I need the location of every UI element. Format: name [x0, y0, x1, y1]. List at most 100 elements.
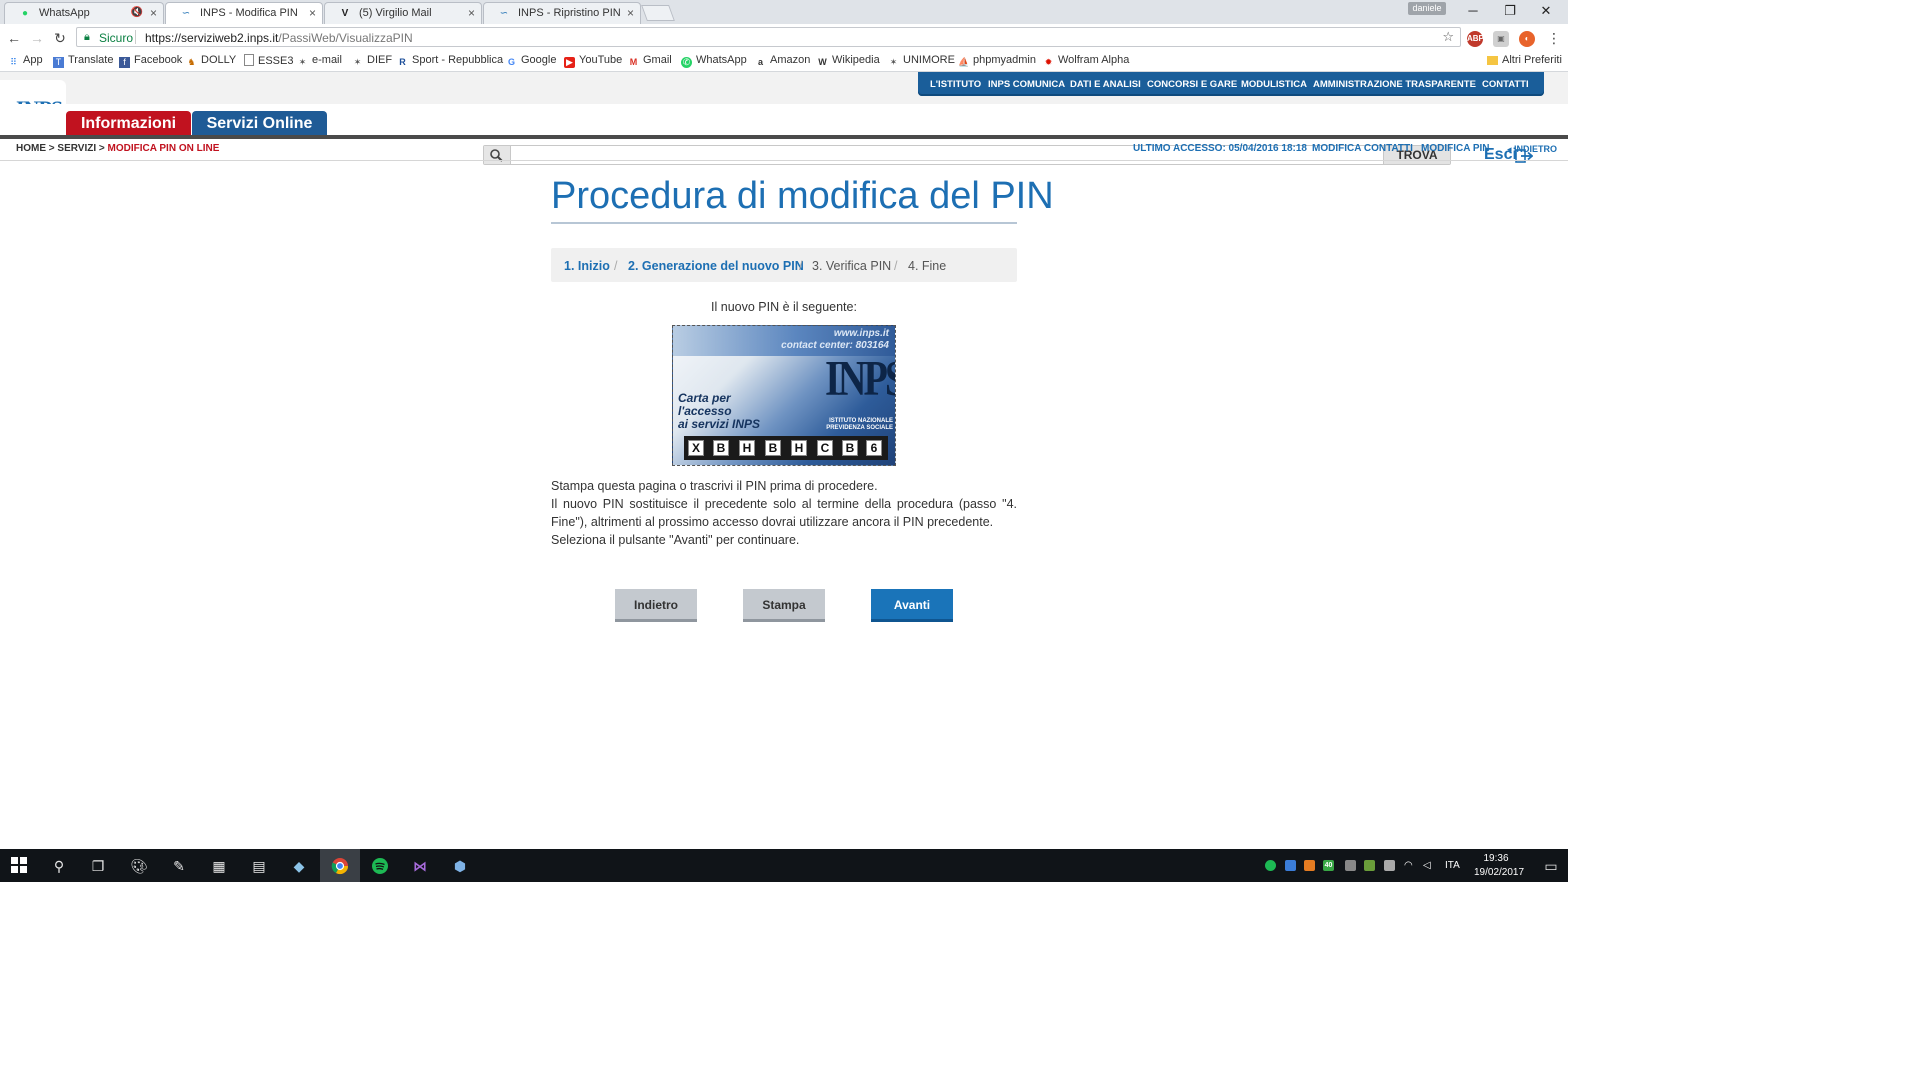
adblock-plus-icon[interactable]: ABP [1467, 31, 1484, 47]
profile-badge[interactable]: daniele [1408, 2, 1446, 15]
duckduckgo-extension-icon[interactable]: ◐ [1519, 31, 1535, 47]
mute-icon[interactable]: 🔇 [131, 7, 143, 18]
bookmark-label: YouTube [579, 54, 623, 66]
browser-tab-inps-modifica-pin[interactable]: ∽ INPS - Modifica PIN × [165, 2, 323, 24]
bookmark-wolfram[interactable]: ✹ Wolfram Alpha [1043, 54, 1130, 68]
bookmark-star-icon[interactable]: ☆ [1442, 29, 1454, 45]
tray-app-icon[interactable] [1345, 860, 1356, 871]
close-icon[interactable]: × [150, 6, 157, 20]
modify-pin-link[interactable]: MODIFICA PIN [1421, 143, 1490, 154]
paint-brush-icon[interactable]: ✎ [170, 857, 188, 875]
back-arrow-icon[interactable]: ← [5, 30, 23, 46]
volume-icon[interactable]: ◁ [1423, 860, 1434, 871]
bookmark-translate[interactable]: T Translate [53, 54, 113, 68]
stampa-button[interactable]: Stampa [743, 589, 825, 622]
nav-istituto[interactable]: L'ISTITUTO [930, 79, 981, 90]
close-icon[interactable]: × [468, 6, 475, 20]
bookmark-facebook[interactable]: f Facebook [119, 54, 182, 68]
nav-contatti[interactable]: CONTATTI [1482, 79, 1529, 90]
back-link[interactable]: ◂ INDIETRO [1507, 144, 1557, 155]
card-caption: Carta per l'accesso ai servizi INPS [678, 392, 760, 431]
chrome-icon[interactable] [331, 857, 349, 875]
amazon-icon: a [757, 57, 763, 67]
browser-tab-inps-ripristino[interactable]: ∽ INPS - Ripristino PIN × [483, 2, 641, 24]
breadcrumb-home[interactable]: HOME [16, 143, 46, 154]
url-text[interactable]: https://serviziweb2.inps.it/PassiWeb/Vis… [145, 31, 413, 45]
bookmark-google[interactable]: G Google [506, 54, 557, 68]
bookmark-other-folder[interactable]: Altri Preferiti [1487, 54, 1562, 66]
bookmark-label: Google [521, 54, 557, 66]
search-icon[interactable]: ⚲ [50, 857, 68, 875]
reload-icon[interactable]: ↻ [51, 30, 69, 47]
avanti-button[interactable]: Avanti [871, 589, 953, 622]
virtualbox-icon[interactable]: ⬢ [451, 857, 469, 875]
spotify-icon[interactable] [371, 857, 389, 875]
bookmark-label: ESSE3 [258, 55, 294, 67]
modify-contacts-link[interactable]: MODIFICA CONTATTI [1312, 143, 1413, 154]
nav-concorsi-gare[interactable]: CONCORSI E GARE [1147, 79, 1237, 90]
spotify-tray-icon[interactable] [1265, 860, 1276, 871]
tab-title: (5) Virgilio Mail [359, 7, 432, 19]
camera-extension-icon[interactable]: ▣ [1493, 31, 1509, 47]
close-icon[interactable]: × [309, 6, 316, 20]
new-tab-button[interactable] [641, 5, 675, 21]
nav-dati-analisi[interactable]: DATI E ANALISI [1070, 79, 1141, 90]
bookmark-app[interactable]: ⠿ App [8, 54, 43, 68]
system-clock[interactable]: 19:36 19/02/2017 [1474, 852, 1524, 880]
bookmark-amazon[interactable]: a Amazon [755, 54, 810, 68]
bookmark-dief[interactable]: ✶ DIEF [352, 54, 392, 68]
bookmark-esse3[interactable]: ESSE3 [244, 54, 293, 67]
bookmark-repubblica[interactable]: R Sport - Repubblica [397, 54, 503, 68]
tray-app-icon[interactable] [1304, 860, 1315, 871]
visual-studio-icon[interactable]: ⋈ [411, 857, 429, 875]
card-inps-logo: INPS [825, 349, 895, 406]
apps-grid-icon: ⠿ [10, 57, 17, 67]
calendar-icon[interactable]: ▤ [250, 857, 268, 875]
close-icon[interactable]: × [627, 6, 634, 20]
notifications-icon[interactable]: ▭ [1542, 857, 1560, 875]
nav-modulistica[interactable]: MODULISTICA [1241, 79, 1307, 90]
bookmark-gmail[interactable]: M Gmail [628, 54, 672, 68]
breadcrumb-servizi[interactable]: SERVIZI [57, 143, 96, 154]
pin-char: B [842, 440, 858, 456]
language-indicator[interactable]: ITA [1445, 860, 1460, 871]
card-caption-line: ai servizi INPS [678, 417, 761, 431]
pin-card: www.inps.it contact center: 803164 Carta… [672, 325, 896, 466]
bookmark-email[interactable]: ✶ e-mail [297, 54, 342, 68]
bookmark-youtube[interactable]: ▶ YouTube [564, 54, 622, 68]
bookmark-whatsapp[interactable]: ✆ WhatsApp [681, 54, 747, 68]
browser-menu-icon[interactable]: ⋮ [1545, 30, 1563, 47]
windows-start-icon[interactable] [10, 857, 28, 875]
restore-icon[interactable]: ❐ [1500, 3, 1520, 19]
close-window-icon[interactable]: ✕ [1536, 3, 1556, 19]
card-institute-line: ISTITUTO NAZIONALE [829, 418, 893, 424]
windows-taskbar: ⚲ ❐ 🎨︎ ✎ ▦ ▤ ◆ ⋈ ⬢ 40 ◠ ◁ ITA 19:36 19/0… [0, 849, 1568, 882]
calculator-icon[interactable]: ▦ [210, 857, 228, 875]
browser-tab-whatsapp[interactable]: ● WhatsApp 🔇 × [4, 2, 164, 24]
wifi-icon[interactable]: ◠ [1404, 860, 1415, 871]
bookmark-label: Wikipedia [832, 54, 880, 66]
minimize-icon[interactable]: ─ [1463, 3, 1483, 18]
bookmark-dolly[interactable]: ♞ DOLLY [186, 54, 236, 68]
bookmark-unimore[interactable]: ✶ UNIMORE [888, 54, 955, 68]
bookmark-label: App [23, 54, 43, 66]
indietro-button[interactable]: Indietro [615, 589, 697, 622]
task-view-icon[interactable]: ❐ [89, 857, 107, 875]
notes-app-icon[interactable]: ◆ [290, 857, 308, 875]
tray-app-icon[interactable]: 40 [1323, 860, 1334, 871]
nav-inps-comunica[interactable]: INPS COMUNICA [988, 79, 1065, 90]
wikipedia-icon: W [818, 57, 827, 67]
paint-app-icon[interactable]: 🎨︎ [130, 857, 148, 875]
browser-tab-virgilio[interactable]: V (5) Virgilio Mail × [324, 2, 482, 24]
bookmark-label: DIEF [367, 54, 393, 66]
battery-icon[interactable] [1384, 860, 1395, 871]
url-omnibox[interactable]: 🔒︎ Sicuro https://serviziweb2.inps.it/Pa… [76, 27, 1461, 47]
bookmark-phpmyadmin[interactable]: ⛵ phpmyadmin [958, 54, 1036, 68]
nvidia-tray-icon[interactable] [1364, 860, 1375, 871]
url-path: /PassiWeb/VisualizzaPIN [278, 31, 413, 45]
nav-amministrazione-trasparente[interactable]: AMMINISTRAZIONE TRASPARENTE [1313, 79, 1476, 90]
forward-arrow-icon[interactable]: → [28, 30, 46, 46]
bookmark-wikipedia[interactable]: W Wikipedia [817, 54, 880, 68]
last-access: ULTIMO ACCESSO: 05/04/2016 18:18 [1133, 143, 1307, 154]
tray-app-icon[interactable] [1285, 860, 1296, 871]
